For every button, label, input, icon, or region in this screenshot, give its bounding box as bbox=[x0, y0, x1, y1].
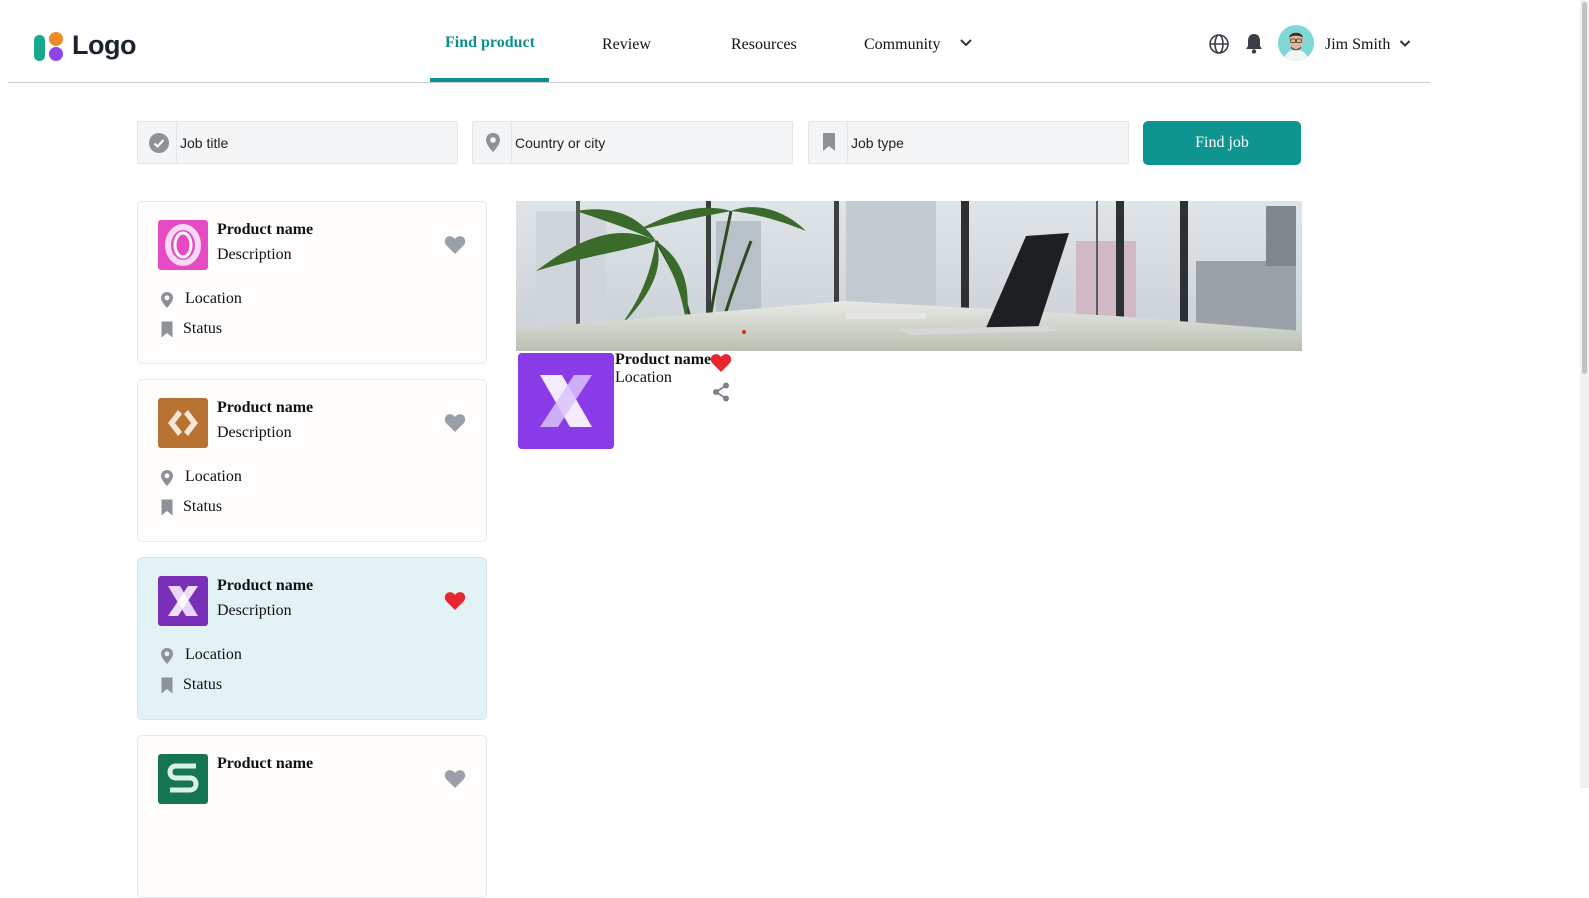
avatar-image bbox=[1278, 25, 1314, 61]
job-type-field[interactable]: Job type bbox=[808, 121, 1129, 164]
bookmark-icon bbox=[161, 499, 173, 516]
product-status: Status bbox=[183, 320, 223, 337]
detail-product-logo bbox=[518, 353, 614, 449]
nav-active-indicator bbox=[430, 78, 549, 82]
product-logo bbox=[158, 576, 208, 626]
heart-filled-icon[interactable] bbox=[444, 591, 466, 611]
product-location: Location bbox=[185, 290, 242, 307]
logo[interactable]: Logo bbox=[34, 30, 136, 61]
pink-o-logo-icon bbox=[158, 220, 208, 270]
green-s-logo-icon bbox=[158, 754, 208, 804]
detail-product-name: Product name bbox=[615, 351, 712, 368]
heart-icon[interactable] bbox=[444, 413, 466, 433]
location-pin-icon bbox=[161, 292, 173, 308]
bookmark-icon bbox=[161, 321, 173, 338]
product-logo bbox=[158, 398, 208, 448]
location-pin-icon bbox=[161, 470, 173, 486]
location-input[interactable]: Country or city bbox=[515, 135, 605, 151]
page-scrollbar-thumb[interactable] bbox=[1582, 2, 1587, 374]
logo-text: Logo bbox=[72, 30, 136, 60]
user-menu-chevron-icon[interactable] bbox=[1399, 39, 1411, 48]
avatar[interactable] bbox=[1278, 25, 1314, 61]
product-logo bbox=[158, 220, 208, 270]
check-circle-icon bbox=[149, 133, 169, 153]
product-card-selected[interactable]: Product name Description Location Status bbox=[137, 557, 487, 720]
field-divider bbox=[847, 122, 848, 163]
location-pin-icon bbox=[161, 648, 173, 664]
heart-icon[interactable] bbox=[444, 769, 466, 789]
bell-icon[interactable] bbox=[1244, 32, 1264, 54]
product-card[interactable]: Product name bbox=[137, 735, 487, 898]
bookmark-icon bbox=[161, 677, 173, 694]
product-description: Description bbox=[217, 602, 292, 619]
heart-icon[interactable] bbox=[444, 235, 466, 255]
product-status: Status bbox=[183, 676, 223, 693]
top-navbar: Logo Find product Review Resources Commu… bbox=[8, 0, 1430, 83]
globe-icon[interactable] bbox=[1208, 33, 1230, 55]
field-divider bbox=[176, 122, 177, 163]
user-name[interactable]: Jim Smith bbox=[1325, 36, 1390, 54]
job-type-input[interactable]: Job type bbox=[851, 135, 904, 151]
product-description: Description bbox=[217, 246, 292, 263]
product-location: Location bbox=[185, 468, 242, 485]
share-icon[interactable] bbox=[712, 382, 730, 402]
heart-filled-icon[interactable] bbox=[710, 353, 732, 373]
logo-mark-icon bbox=[34, 31, 63, 61]
detail-product-location: Location bbox=[615, 369, 672, 386]
product-name: Product name bbox=[217, 577, 314, 594]
product-name: Product name bbox=[217, 221, 314, 238]
product-card[interactable]: Product name Description Location Status bbox=[137, 201, 487, 364]
nav-resources[interactable]: Resources bbox=[731, 36, 797, 54]
product-card[interactable]: Product name Description Location Status bbox=[137, 379, 487, 542]
nav-community[interactable]: Community bbox=[864, 36, 940, 54]
nav-find-product[interactable]: Find product bbox=[445, 34, 535, 52]
product-status: Status bbox=[183, 498, 223, 515]
product-description: Description bbox=[217, 424, 292, 441]
orange-brackets-logo-icon bbox=[158, 398, 208, 448]
field-divider bbox=[511, 122, 512, 163]
find-job-button[interactable]: Find job bbox=[1143, 121, 1301, 165]
job-title-field[interactable]: Job title bbox=[137, 121, 458, 164]
product-banner-image bbox=[516, 201, 1302, 351]
chevron-down-icon[interactable] bbox=[959, 38, 973, 48]
product-logo bbox=[158, 754, 208, 804]
product-location: Location bbox=[185, 646, 242, 663]
bookmark-icon bbox=[823, 133, 835, 151]
job-title-input[interactable]: Job title bbox=[180, 135, 228, 151]
location-field[interactable]: Country or city bbox=[472, 121, 793, 164]
purple-x-logo-icon bbox=[158, 576, 208, 626]
product-name: Product name bbox=[217, 755, 314, 772]
office-photo bbox=[516, 201, 1302, 351]
product-name: Product name bbox=[217, 399, 314, 416]
purple-x-logo-icon bbox=[518, 353, 614, 449]
location-pin-icon bbox=[486, 133, 500, 152]
nav-review[interactable]: Review bbox=[602, 36, 651, 54]
